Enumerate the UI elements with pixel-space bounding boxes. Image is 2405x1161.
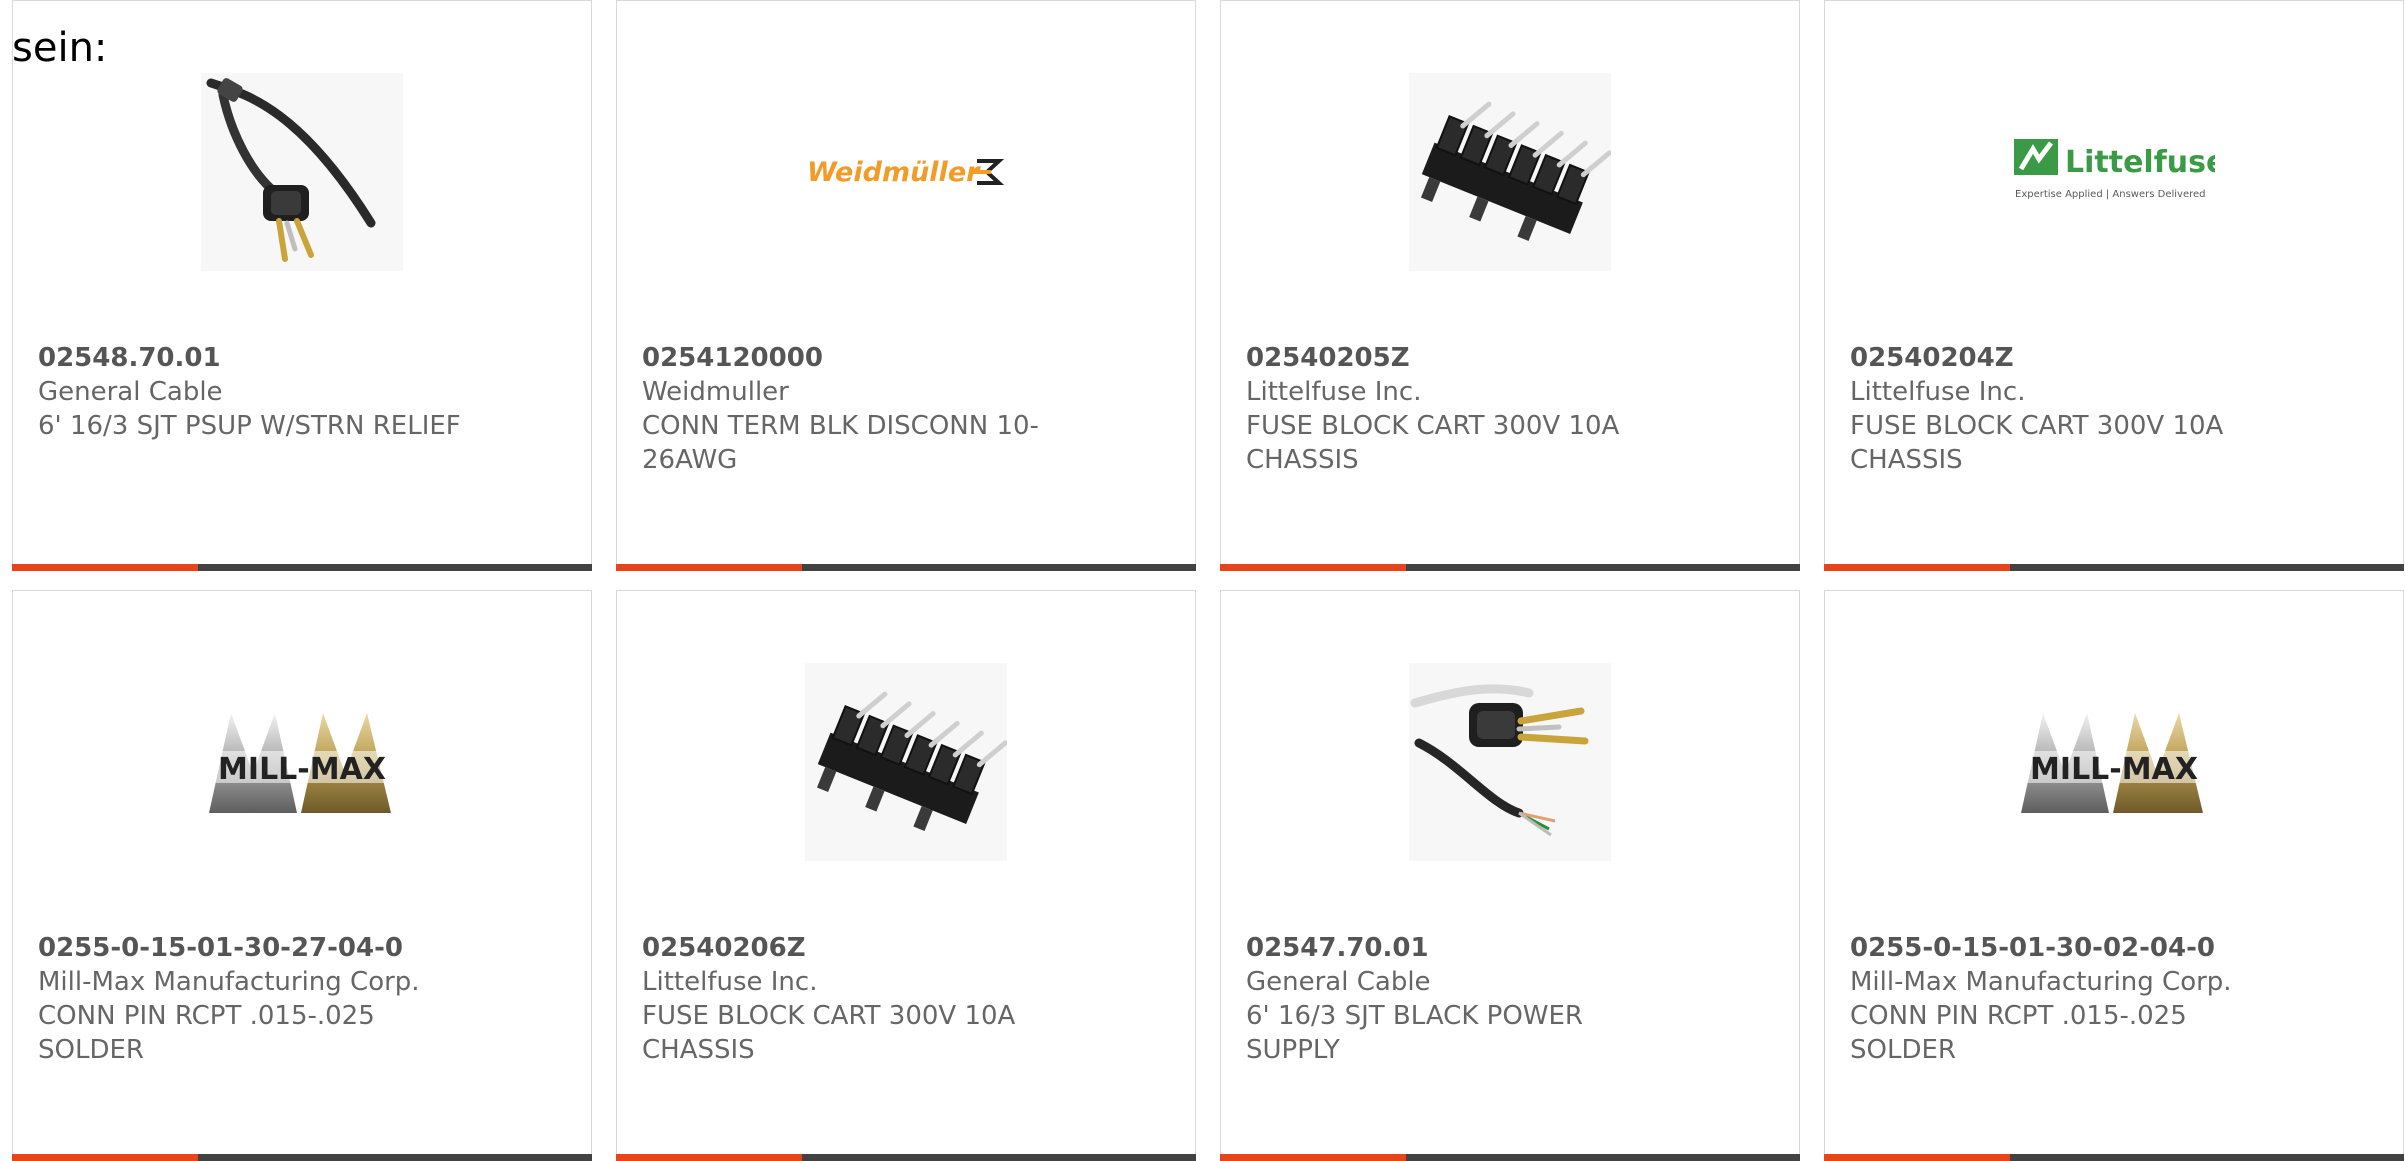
product-card[interactable]: Littelfuse Expertise Applied | Answers D… xyxy=(1824,0,2404,571)
part-number[interactable]: 0255-0-15-01-30-27-04-0 xyxy=(38,931,538,965)
progress-bar xyxy=(1824,1154,2404,1161)
progress-bar-fill xyxy=(616,1154,802,1161)
manufacturer: Weidmuller xyxy=(642,377,789,407)
logo-text: Weidmüller xyxy=(807,157,981,188)
weidmuller-logo: Weidmüller xyxy=(805,73,1007,271)
description: CONN PIN RCPT .015-.025 SOLDER xyxy=(1850,1001,2187,1065)
product-card[interactable]: 02540205Z Littelfuse Inc. FUSE BLOCK CAR… xyxy=(1220,0,1800,571)
progress-bar-fill xyxy=(12,564,198,571)
fuse-block-icon xyxy=(1409,73,1611,271)
part-number[interactable]: 02540204Z xyxy=(1850,341,2350,375)
progress-bar xyxy=(12,564,592,571)
description: CONN TERM BLK DISCONN 10-26AWG xyxy=(642,411,1039,475)
power-cord-bare-wires-icon xyxy=(1409,663,1611,861)
page-heading: sein: xyxy=(12,25,108,71)
description: 6' 16/3 SJT PSUP W/STRN RELIEF xyxy=(38,411,461,441)
progress-bar-fill xyxy=(1220,564,1406,571)
progress-bar xyxy=(616,1154,1196,1161)
logo-text: Littelfuse xyxy=(2065,145,2215,180)
part-number[interactable]: 02540206Z xyxy=(642,931,1142,965)
manufacturer: Littelfuse Inc. xyxy=(1850,377,2026,407)
logo-text: MILL-MAX xyxy=(2030,752,2198,787)
part-number[interactable]: 02548.70.01 xyxy=(38,341,538,375)
part-number[interactable]: 02540205Z xyxy=(1246,341,1746,375)
manufacturer: General Cable xyxy=(1246,967,1431,997)
product-card[interactable]: 02540206Z Littelfuse Inc. FUSE BLOCK CAR… xyxy=(616,590,1196,1161)
manufacturer: General Cable xyxy=(38,377,223,407)
littelfuse-logo: Littelfuse Expertise Applied | Answers D… xyxy=(2013,73,2215,271)
description: FUSE BLOCK CART 300V 10A CHASSIS xyxy=(1246,411,1620,475)
progress-bar-fill xyxy=(1220,1154,1406,1161)
logo-tagline: Expertise Applied | Answers Delivered xyxy=(2015,189,2206,200)
logo-text: MILL-MAX xyxy=(218,752,386,787)
description: FUSE BLOCK CART 300V 10A CHASSIS xyxy=(642,1001,1016,1065)
progress-bar xyxy=(1220,1154,1800,1161)
progress-bar-fill xyxy=(616,564,802,571)
progress-bar-fill xyxy=(1824,1154,2010,1161)
manufacturer: Littelfuse Inc. xyxy=(642,967,818,997)
progress-bar xyxy=(12,1154,592,1161)
description: 6' 16/3 SJT BLACK POWER SUPPLY xyxy=(1246,1001,1583,1065)
progress-bar-fill xyxy=(12,1154,198,1161)
product-card[interactable]: Weidmüller 0254120000 Weidmuller CONN TE… xyxy=(616,0,1196,571)
product-card[interactable]: MILL-MAX 0255-0-15-01-30-02-04-0 Mill-Ma… xyxy=(1824,590,2404,1161)
progress-bar-fill xyxy=(1824,564,2010,571)
part-number[interactable]: 0254120000 xyxy=(642,341,1142,375)
product-card[interactable]: 02547.70.01 General Cable 6' 16/3 SJT BL… xyxy=(1220,590,1800,1161)
power-cord-strain-relief-icon xyxy=(201,73,403,271)
part-number[interactable]: 0255-0-15-01-30-02-04-0 xyxy=(1850,931,2350,965)
manufacturer: Mill-Max Manufacturing Corp. xyxy=(38,967,420,997)
mill-max-logo: MILL-MAX xyxy=(201,663,403,861)
description: CONN PIN RCPT .015-.025 SOLDER xyxy=(38,1001,375,1065)
progress-bar xyxy=(1220,564,1800,571)
fuse-block-icon xyxy=(805,663,1007,861)
description: FUSE BLOCK CART 300V 10A CHASSIS xyxy=(1850,411,2224,475)
manufacturer: Mill-Max Manufacturing Corp. xyxy=(1850,967,2232,997)
part-number[interactable]: 02547.70.01 xyxy=(1246,931,1746,965)
manufacturer: Littelfuse Inc. xyxy=(1246,377,1422,407)
product-card[interactable]: MILL-MAX 0255-0-15-01-30-27-04-0 Mill-Ma… xyxy=(12,590,592,1161)
product-grid: 02548.70.01 General Cable 6' 16/3 SJT PS… xyxy=(12,0,2405,1161)
progress-bar xyxy=(1824,564,2404,571)
progress-bar xyxy=(616,564,1196,571)
product-card[interactable]: 02548.70.01 General Cable 6' 16/3 SJT PS… xyxy=(12,0,592,571)
mill-max-logo: MILL-MAX xyxy=(2013,663,2215,861)
